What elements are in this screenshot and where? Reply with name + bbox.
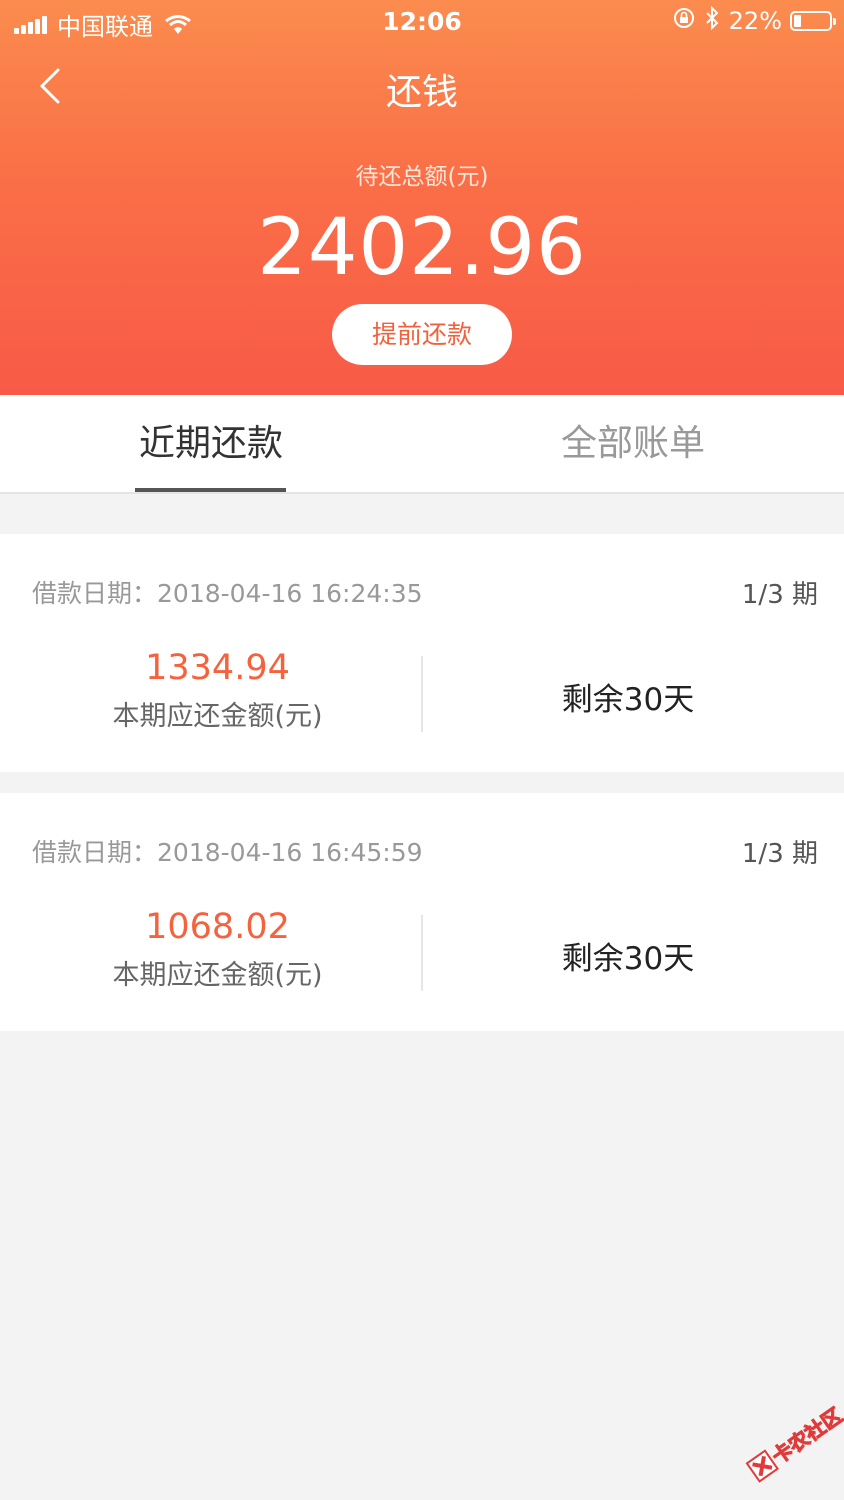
bluetooth-icon [705,5,719,36]
bill-card[interactable]: 借款日期：2018-04-16 16:45:59 1/3 期 1068.02 本… [0,793,844,1031]
battery-icon [790,11,836,31]
loan-date: 借款日期：2018-04-16 16:24:35 [32,574,423,610]
status-bar: 中国联通 12:06 22% [0,0,844,44]
days-remaining: 剩余30天 [561,682,695,718]
status-right: 22% [673,5,836,36]
page-title: 还钱 [385,72,458,113]
due-amount-label: 本期应还金额(元) [112,701,323,732]
prepay-button[interactable]: 提前还款 [332,304,512,365]
battery-percent: 22% [728,7,782,35]
total-amount: 2402.96 [257,203,587,293]
tab-active-indicator [135,488,286,492]
due-amount: 1334.94 [145,648,290,688]
tab-recent-repayment[interactable]: 近期还款 [0,395,422,492]
loan-date: 借款日期：2018-04-16 16:45:59 [32,833,423,869]
loan-date-label: 借款日期： [32,838,158,867]
tab-all-bills[interactable]: 全部账单 [422,395,844,492]
header: 中国联通 12:06 22% 还钱 待还总额(元) 2402.96 提前还款 [0,0,844,395]
tab-bar: 近期还款 全部账单 [0,395,844,494]
days-remaining: 剩余30天 [561,941,695,977]
installment-period: 1/3 期 [741,580,818,610]
bill-card[interactable]: 借款日期：2018-04-16 16:24:35 1/3 期 1334.94 本… [0,534,844,772]
due-amount: 1068.02 [145,907,290,947]
loan-date-value: 2018-04-16 16:45:59 [157,838,423,867]
loan-date-label: 借款日期： [32,579,158,608]
installment-period: 1/3 期 [741,839,818,869]
due-amount-label: 本期应还金额(元) [112,960,323,991]
loan-date-value: 2018-04-16 16:24:35 [157,579,423,608]
svg-text:卡农社区: 卡农社区 [767,1404,844,1469]
total-label: 待还总额(元) [355,164,489,190]
rotation-lock-icon [673,7,695,35]
watermark-logo: 卡农社区 [745,1404,844,1483]
